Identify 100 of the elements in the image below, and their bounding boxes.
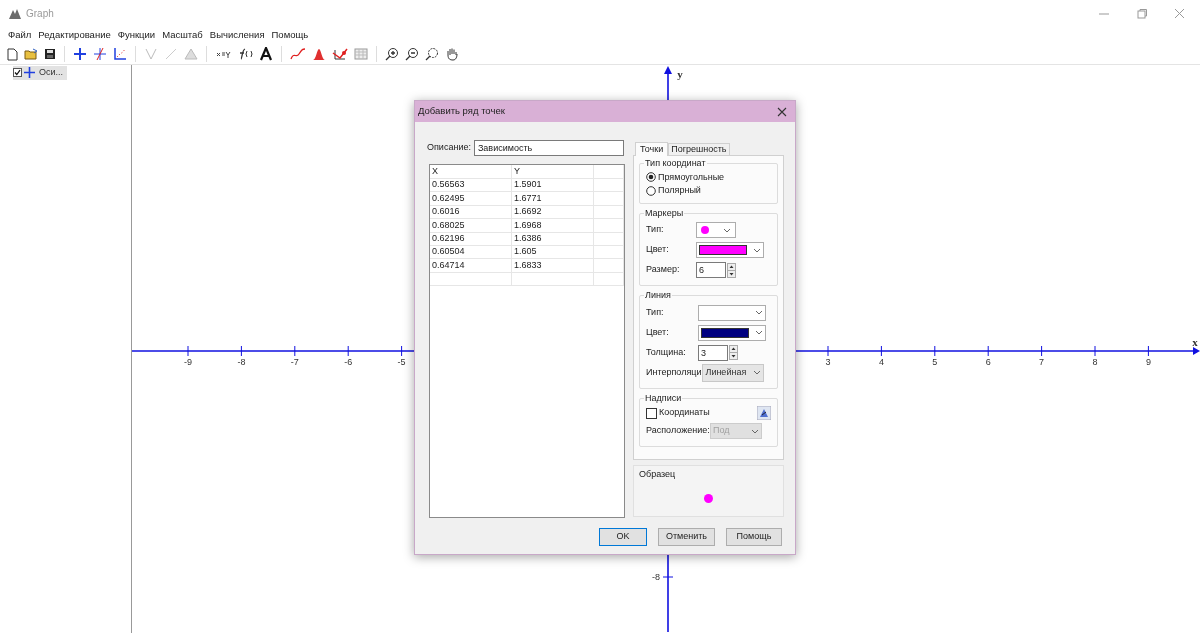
perpendicular-lines-icon[interactable] xyxy=(93,47,107,61)
radio-option[interactable]: Полярный xyxy=(646,184,771,198)
restore-icon[interactable] xyxy=(1134,8,1150,19)
dialog-title: Добавить ряд точек xyxy=(418,104,505,119)
dialog-button[interactable]: Отменить xyxy=(658,528,715,546)
area-icon[interactable] xyxy=(312,47,326,61)
table-cell[interactable]: 1.605 xyxy=(512,245,594,260)
table-cell[interactable]: 0.6016 xyxy=(430,205,512,220)
table-cell[interactable]: 0.68025 xyxy=(430,218,512,233)
chevron-icon xyxy=(723,227,731,233)
chevron-icon xyxy=(753,247,761,253)
curve-icon[interactable] xyxy=(290,47,306,61)
field-label: Цвет: xyxy=(646,243,670,257)
table-cell[interactable]: 1.6833 xyxy=(512,258,594,273)
table-cell[interactable]: 0.62495 xyxy=(430,191,512,206)
radio-label: Прямоугольные xyxy=(658,170,725,184)
tree-item-label: Оси... xyxy=(38,66,64,79)
table-cell[interactable] xyxy=(430,272,512,286)
radio-button[interactable] xyxy=(646,185,656,196)
data-table[interactable]: X Y 0.56563 1.5901 0.62495 1.6771 0.6016 1.6692 0.68025 1.6968 0.62196 1.6386 0.60504 1.605 0.64714 1.6833 xyxy=(429,164,625,518)
radio-option[interactable]: Прямоугольные xyxy=(646,170,771,184)
open-folder-icon[interactable] xyxy=(24,47,38,61)
table-cell[interactable] xyxy=(594,218,624,233)
zoom-out-icon[interactable] xyxy=(405,47,419,61)
table-cell[interactable]: 0.64714 xyxy=(430,258,512,273)
table-cell[interactable] xyxy=(594,205,624,220)
table-cell[interactable]: 1.6692 xyxy=(512,205,594,220)
table-cell[interactable]: 1.6968 xyxy=(512,218,594,233)
tick-label: -8 xyxy=(652,572,660,582)
table-cell[interactable]: 0.60504 xyxy=(430,245,512,260)
radio-button[interactable] xyxy=(646,172,656,183)
spin-field[interactable]: 6 xyxy=(696,262,726,278)
axis-label: y xyxy=(677,68,683,80)
tick-label: 5 xyxy=(932,357,938,367)
table-cell[interactable]: 1.6386 xyxy=(512,231,594,246)
group-title: Маркеры xyxy=(644,206,685,220)
spin-field[interactable]: 3 xyxy=(698,344,728,361)
checkbox-label: Координаты xyxy=(659,406,710,420)
sample-marker xyxy=(704,493,713,503)
menu-item[interactable]: Вычисления xyxy=(209,28,265,43)
table-cell[interactable]: 0.62196 xyxy=(430,231,512,246)
checkbox[interactable] xyxy=(646,407,657,419)
field-label: Размер: xyxy=(646,263,681,277)
spin-arrows-icon[interactable] xyxy=(727,262,736,278)
text-icon[interactable] xyxy=(259,47,273,61)
table-cell[interactable] xyxy=(594,272,624,286)
save-icon[interactable] xyxy=(44,48,56,60)
tab[interactable]: Точки xyxy=(635,142,669,156)
chevron-icon xyxy=(753,370,762,375)
table-cell[interactable] xyxy=(594,245,624,260)
radio-label: Полярный xyxy=(658,184,701,197)
menu-item[interactable]: Редактирование xyxy=(38,28,111,43)
menu-item[interactable]: Помощь xyxy=(271,28,309,43)
tick-label: 4 xyxy=(878,357,884,367)
tick-label: -8 xyxy=(237,357,246,367)
dialog-button[interactable]: Помощь xyxy=(726,528,782,546)
table-cell[interactable]: 0.56563 xyxy=(430,178,512,193)
column-header[interactable]: Y xyxy=(512,165,594,179)
tab[interactable]: Погрешность xyxy=(668,143,730,155)
spin-arrows-icon[interactable] xyxy=(729,345,738,360)
color-dropdown[interactable] xyxy=(696,242,764,258)
tick-label: 9 xyxy=(1145,357,1151,367)
axis-label: x xyxy=(1192,336,1198,348)
table-cell[interactable]: 1.5901 xyxy=(512,178,594,193)
axes-with-points-icon[interactable] xyxy=(113,47,127,61)
close-icon[interactable] xyxy=(777,106,787,117)
tick-label: -6 xyxy=(344,357,353,367)
table-cell[interactable] xyxy=(594,178,624,193)
new-file-icon[interactable] xyxy=(6,47,18,61)
tree-item[interactable]: Оси... xyxy=(13,66,68,80)
color-dropdown[interactable] xyxy=(698,324,766,341)
tick-label: 3 xyxy=(825,357,831,367)
menu-item[interactable]: Функции xyxy=(117,28,156,43)
column-header[interactable]: X xyxy=(430,165,512,179)
hand-icon[interactable] xyxy=(445,47,459,61)
axes-icon[interactable] xyxy=(73,47,87,61)
point-series-icon[interactable] xyxy=(332,47,348,61)
tick-label: -9 xyxy=(184,357,192,367)
axes-icon xyxy=(24,67,35,79)
window-title: Graph xyxy=(26,7,54,21)
field-label: Толщина: xyxy=(646,345,687,359)
zoom-region-icon[interactable] xyxy=(425,47,439,61)
function-icon[interactable] xyxy=(237,47,253,61)
tick-label: 6 xyxy=(985,357,991,367)
table-cell[interactable] xyxy=(594,231,624,246)
table-cell[interactable] xyxy=(512,272,594,286)
table-cell[interactable]: 1.6771 xyxy=(512,191,594,206)
field-label: Тип: xyxy=(646,223,665,237)
checkbox[interactable] xyxy=(13,68,22,78)
interpolation-dropdown[interactable]: Линейная xyxy=(702,363,765,382)
dialog-button[interactable]: OK xyxy=(599,528,647,546)
table-cell[interactable] xyxy=(594,258,624,273)
zoom-in-icon[interactable] xyxy=(385,47,399,61)
tick-label: -7 xyxy=(290,357,299,367)
marker-dropdown[interactable] xyxy=(696,222,736,238)
menu-item[interactable]: Файл xyxy=(8,28,32,43)
menu-item[interactable]: Масштаб xyxy=(162,28,203,43)
table-cell[interactable] xyxy=(594,191,624,206)
input-field[interactable]: Зависимость xyxy=(473,140,624,156)
field-label: Описание: xyxy=(427,141,471,155)
